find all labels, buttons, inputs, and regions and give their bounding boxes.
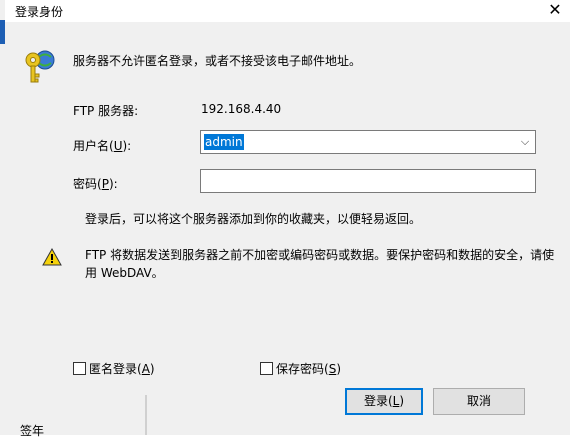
- warning-icon: [42, 248, 62, 266]
- save-password-checkbox[interactable]: [260, 362, 273, 375]
- title-bar: 登录身份 ✕: [5, 0, 570, 22]
- dialog-client-area: 服务器不允许匿名登录，或者不接受该电子邮件地址。 FTP 服务器: 192.16…: [5, 22, 570, 435]
- close-button[interactable]: ✕: [540, 0, 570, 22]
- chevron-down-icon[interactable]: ⌵: [519, 134, 531, 150]
- username-combobox[interactable]: admin ⌵: [200, 130, 536, 154]
- background-divider: [145, 395, 147, 435]
- favorites-hint: 登录后，可以将这个服务器添加到你的收藏夹，以便轻易返回。: [85, 212, 422, 226]
- username-value[interactable]: admin: [204, 134, 244, 150]
- cancel-button[interactable]: 取消: [433, 388, 525, 415]
- intro-message: 服务器不允许匿名登录，或者不接受该电子邮件地址。: [73, 54, 362, 68]
- save-password-label[interactable]: 保存密码(S): [276, 360, 341, 377]
- security-warning: FTP 将数据发送到服务器之前不加密或编码密码或数据。要保护密码和数据的安全，请…: [85, 248, 555, 280]
- password-field[interactable]: [200, 169, 536, 193]
- close-icon: ✕: [548, 0, 562, 19]
- password-label: 密码(P):: [73, 177, 118, 191]
- key-globe-icon: [25, 50, 55, 83]
- login-dialog: 登录身份 ✕ 服务器不允许匿名登录，或者不接受该电子邮件地址。 FTP 服务器:…: [5, 0, 570, 435]
- server-address: 192.168.4.40: [201, 102, 282, 116]
- window-title: 登录身份: [15, 5, 64, 19]
- login-button[interactable]: 登录(L): [345, 388, 423, 415]
- server-label: FTP 服务器:: [73, 104, 139, 118]
- username-label: 用户名(U):: [73, 139, 132, 153]
- anonymous-checkbox[interactable]: [73, 362, 86, 375]
- anonymous-label[interactable]: 匿名登录(A): [89, 360, 155, 377]
- background-peek-text: 签年: [20, 424, 45, 438]
